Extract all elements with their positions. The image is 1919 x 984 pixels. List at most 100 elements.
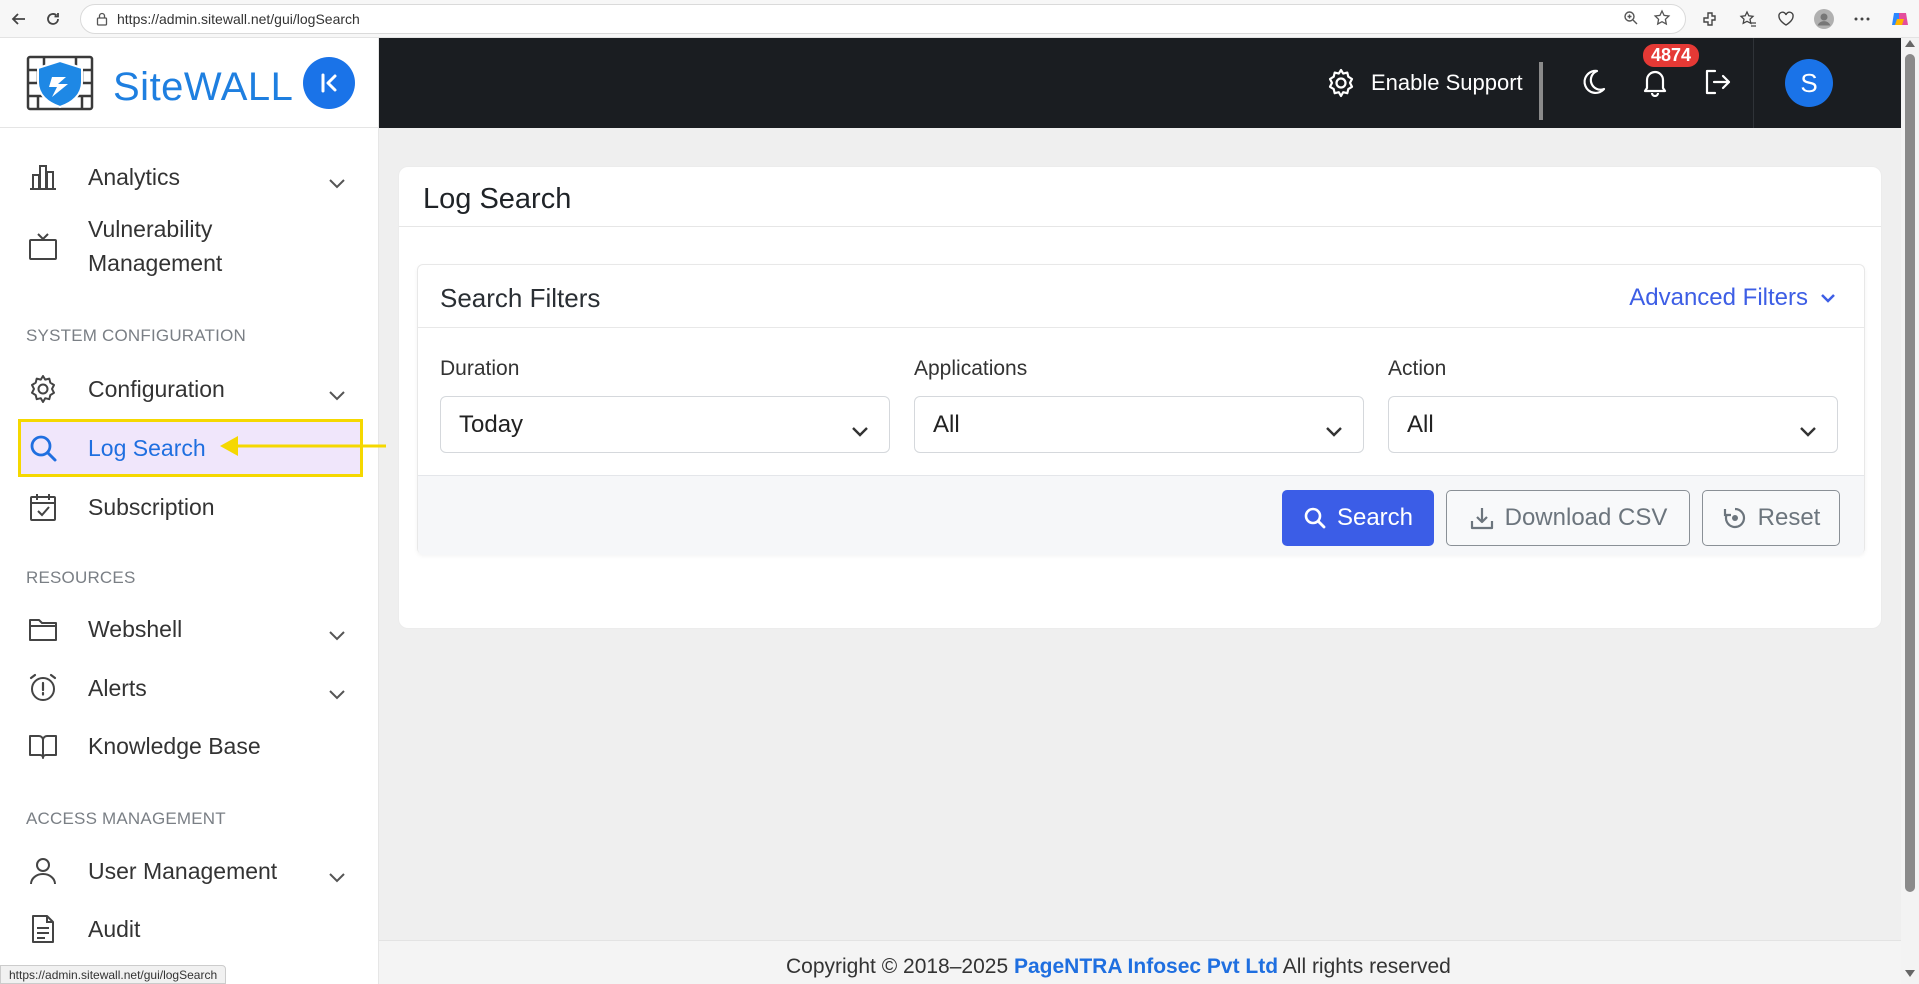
brand-header: SiteWALL: [0, 38, 379, 128]
calendar-check-icon: [26, 490, 60, 524]
sidebar-item-subscription[interactable]: Subscription: [26, 484, 356, 530]
scroll-up-arrow-icon[interactable]: [1905, 40, 1915, 47]
url-text: https://admin.sitewall.net/gui/logSearch: [117, 11, 360, 27]
gear-icon: [26, 372, 60, 406]
applications-select[interactable]: All: [914, 396, 1364, 453]
section-label-access-management: ACCESS MANAGEMENT: [26, 809, 226, 828]
browser-health-icon[interactable]: [1775, 8, 1797, 30]
site-info-icon[interactable]: [95, 12, 109, 26]
top-header: Enable Support 4874 S: [379, 38, 1901, 128]
sidebar-item-analytics[interactable]: Analytics: [26, 154, 356, 200]
duration-label: Duration: [440, 357, 520, 380]
advanced-filters-label: Advanced Filters: [1629, 284, 1808, 311]
chevron-down-icon: [1799, 416, 1817, 444]
sidebar-item-label: User Management: [88, 857, 278, 884]
section-label-resources: RESOURCES: [26, 568, 136, 587]
chevron-down-icon: [328, 380, 346, 407]
sidebar: SiteWALL Analytics Vulnerability Managem…: [0, 38, 386, 984]
avatar[interactable]: S: [1785, 59, 1833, 107]
notification-count-badge: 4874: [1643, 44, 1700, 67]
browser-toolbar: https://admin.sitewall.net/gui/logSearch: [0, 0, 1919, 38]
divider: [399, 226, 1881, 227]
user-icon: [26, 854, 60, 888]
brand-name: SiteWALL: [113, 65, 294, 109]
extensions-icon[interactable]: [1699, 8, 1721, 30]
download-csv-label: Download CSV: [1504, 504, 1668, 531]
filters-actions-bar: Search Download CSV Reset: [418, 475, 1864, 555]
bell-icon[interactable]: [1637, 64, 1673, 100]
logout-icon[interactable]: [1699, 64, 1735, 100]
log-search-card: Log Search Search Filters Advanced Filte…: [398, 166, 1882, 629]
sidebar-item-label: Knowledge Base: [88, 732, 261, 759]
search-icon: [26, 431, 60, 465]
zoom-icon[interactable]: [1623, 10, 1639, 29]
label-line-1: Vulnerability: [88, 216, 213, 242]
reset-icon: [1722, 505, 1748, 531]
sidebar-collapse-button[interactable]: [303, 57, 355, 109]
chevron-down-icon: [851, 416, 869, 444]
chevron-down-icon: [328, 168, 346, 195]
sidebar-item-user-management[interactable]: User Management: [26, 848, 356, 894]
sidebar-item-alerts[interactable]: Alerts: [26, 665, 356, 711]
bar-chart-icon: [26, 160, 60, 194]
sidebar-item-label: Vulnerability Management: [88, 212, 222, 280]
scroll-down-arrow-icon[interactable]: [1905, 970, 1915, 977]
enable-support-label: Enable Support: [1371, 70, 1523, 95]
sidebar-item-label: Subscription: [88, 493, 215, 520]
header-divider: [1753, 38, 1754, 128]
sidebar-item-label: Webshell: [88, 615, 183, 642]
sidebar-item-label: Analytics: [88, 163, 181, 190]
action-select[interactable]: All: [1388, 396, 1838, 453]
address-bar[interactable]: https://admin.sitewall.net/gui/logSearch: [80, 4, 1686, 34]
sidebar-item-label: Configuration: [88, 375, 225, 402]
more-menu-icon[interactable]: [1851, 8, 1873, 30]
chevron-down-icon: [328, 679, 346, 706]
sidebar-item-label: Audit: [88, 915, 141, 942]
download-icon: [1469, 505, 1495, 531]
document-icon: [26, 912, 60, 946]
divider: [418, 327, 1864, 328]
copyright-text: Copyright © 2018–2025 PageNTRA Infosec P…: [786, 955, 1451, 979]
chevron-down-icon: [328, 620, 346, 647]
sidebar-item-vulnerability-management[interactable]: Vulnerability Management: [26, 212, 356, 284]
search-filters-panel: Search Filters Advanced Filters Duration…: [417, 264, 1865, 555]
reset-button[interactable]: Reset: [1702, 490, 1840, 546]
search-button[interactable]: Search: [1282, 490, 1434, 546]
favorite-star-icon[interactable]: [1653, 8, 1671, 30]
scrollbar-thumb[interactable]: [1905, 54, 1915, 892]
download-csv-button[interactable]: Download CSV: [1446, 490, 1690, 546]
gear-icon: [1325, 67, 1357, 99]
profile-icon[interactable]: [1813, 8, 1835, 30]
sidebar-item-configuration[interactable]: Configuration: [26, 366, 356, 412]
sidebar-item-label: Alerts: [88, 674, 147, 701]
favorites-icon[interactable]: [1737, 8, 1759, 30]
folder-icon: [26, 612, 60, 646]
chevron-down-icon: [1325, 416, 1343, 444]
duration-select[interactable]: Today: [440, 396, 890, 453]
back-icon[interactable]: [4, 4, 34, 34]
page-title: Log Search: [423, 183, 572, 215]
company-link[interactable]: PageNTRA Infosec Pvt Ltd: [1014, 955, 1278, 978]
copyright-suffix: All rights reserved: [1282, 955, 1451, 978]
annotation-arrow-icon: [220, 436, 386, 456]
search-button-label: Search: [1336, 504, 1414, 531]
chevron-down-icon: [1820, 292, 1836, 304]
sidebar-item-audit[interactable]: Audit: [26, 906, 356, 952]
duration-value: Today: [459, 410, 524, 438]
enable-support-button[interactable]: Enable Support: [1325, 67, 1523, 99]
action-value: All: [1407, 410, 1434, 438]
chevron-down-icon: [328, 862, 346, 889]
sidebar-item-knowledge-base[interactable]: Knowledge Base: [26, 723, 356, 769]
action-label: Action: [1388, 357, 1447, 380]
reload-icon[interactable]: [38, 4, 68, 34]
advanced-filters-toggle[interactable]: Advanced Filters: [1629, 284, 1836, 312]
copilot-icon[interactable]: [1889, 8, 1911, 30]
dark-mode-moon-icon[interactable]: [1575, 64, 1611, 100]
sidebar-item-webshell[interactable]: Webshell: [26, 606, 356, 652]
copyright-prefix: Copyright © 2018–2025: [786, 955, 1009, 978]
search-icon: [1303, 506, 1327, 530]
tv-icon: [26, 230, 60, 264]
sitewall-logo-icon[interactable]: [26, 55, 94, 111]
alarm-clock-icon: [26, 671, 60, 705]
sidebar-item-label: Log Search: [88, 434, 206, 461]
